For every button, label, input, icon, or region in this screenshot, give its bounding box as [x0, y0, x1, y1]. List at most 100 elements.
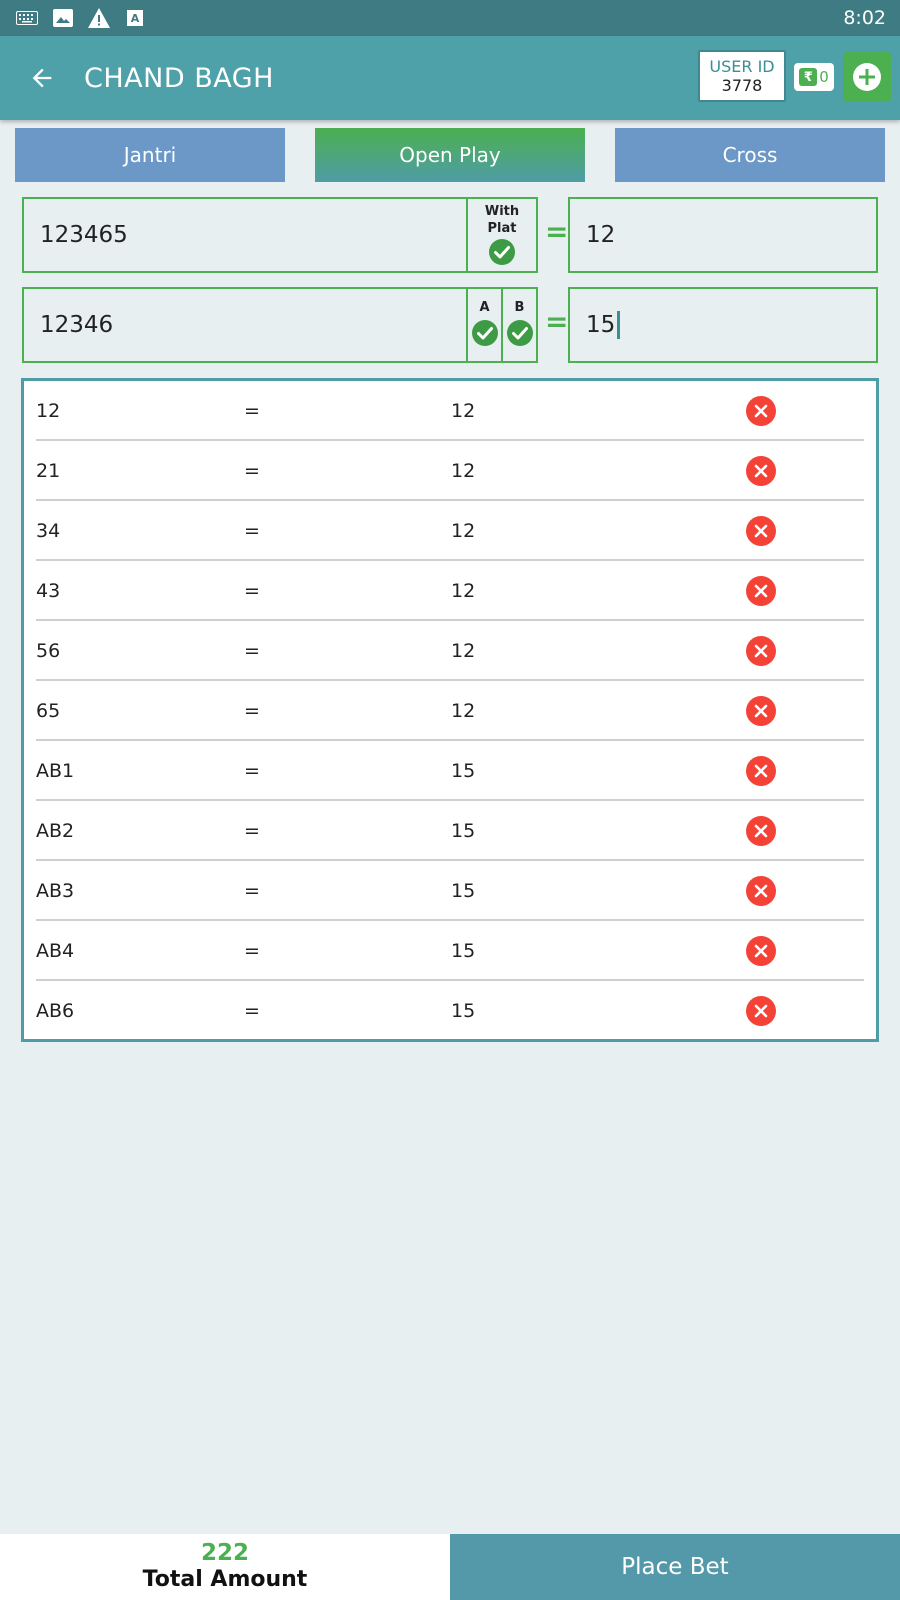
input-row-with-plat: 123465 With Plat = 12	[22, 197, 878, 273]
amount-input-value: 15	[586, 312, 616, 338]
bet-equals: =	[244, 820, 260, 842]
list-item: AB3 = 15	[36, 861, 864, 921]
delete-button[interactable]	[746, 756, 776, 786]
text-a-icon: A	[124, 8, 146, 28]
close-icon	[754, 884, 768, 898]
bet-number: AB4	[36, 940, 75, 962]
a-label: A	[479, 300, 490, 315]
amount-input[interactable]: 12	[568, 197, 878, 273]
check-circle-icon	[506, 320, 533, 346]
bet-equals: =	[244, 460, 260, 482]
amount-input[interactable]: 15	[568, 287, 878, 363]
close-icon	[754, 764, 768, 778]
close-icon	[754, 584, 768, 598]
bet-equals: =	[244, 520, 260, 542]
bet-amount: 15	[451, 1000, 476, 1022]
bet-number: AB1	[36, 760, 75, 782]
close-icon	[754, 524, 768, 538]
close-icon	[754, 464, 768, 478]
bet-amount: 12	[451, 640, 476, 662]
total-amount-label: Total Amount	[142, 1567, 308, 1592]
bet-amount: 12	[451, 460, 476, 482]
delete-button[interactable]	[746, 696, 776, 726]
check-circle-icon	[489, 239, 515, 265]
close-icon	[754, 824, 768, 838]
bet-amount: 12	[451, 520, 476, 542]
equals-sign: =	[545, 215, 569, 248]
bet-amount: 12	[451, 580, 476, 602]
bet-number: 21	[36, 460, 61, 482]
keyboard-icon	[16, 8, 38, 28]
bet-number: AB6	[36, 1000, 75, 1022]
bet-amount: 15	[451, 760, 476, 782]
plus-circle-icon	[853, 63, 881, 91]
wallet-balance[interactable]: ₹ 0	[794, 63, 834, 91]
close-icon	[754, 644, 768, 658]
bet-number: 43	[36, 580, 61, 602]
place-bet-button[interactable]: Place Bet	[450, 1534, 900, 1600]
total-amount-value: 222	[200, 1540, 249, 1566]
close-icon	[754, 704, 768, 718]
b-label: B	[514, 300, 525, 315]
close-icon	[754, 1004, 768, 1018]
status-bar: A 8:02	[0, 0, 900, 36]
page-title: CHAND BAGH	[84, 62, 274, 94]
list-item: 21 = 12	[36, 441, 864, 501]
delete-button[interactable]	[746, 636, 776, 666]
bet-amount: 15	[451, 820, 476, 842]
list-item: 34 = 12	[36, 501, 864, 561]
number-input[interactable]: 123465	[22, 197, 468, 273]
delete-button[interactable]	[746, 876, 776, 906]
bet-number: AB3	[36, 880, 75, 902]
with-plat-checkbox[interactable]: With Plat	[468, 197, 538, 273]
bet-number: 12	[36, 400, 61, 422]
bet-number: 56	[36, 640, 61, 662]
bet-equals: =	[244, 760, 260, 782]
delete-button[interactable]	[746, 516, 776, 546]
bet-equals: =	[244, 580, 260, 602]
bet-amount: 15	[451, 940, 476, 962]
delete-button[interactable]	[746, 936, 776, 966]
input-row-ab: 12346 A B = 15	[22, 287, 878, 363]
tab-cross[interactable]: Cross	[615, 128, 885, 182]
list-item: 12 = 12	[36, 381, 864, 441]
a-checkbox[interactable]: A	[468, 287, 503, 363]
add-funds-button[interactable]	[843, 52, 891, 102]
bet-list: 12 = 12 21 = 12 34 = 12 43 = 12 56 = 12 …	[21, 378, 879, 1042]
with-plat-label-line2: Plat	[487, 221, 517, 236]
b-checkbox[interactable]: B	[503, 287, 538, 363]
bet-equals: =	[244, 940, 260, 962]
equals-sign: =	[545, 305, 569, 338]
delete-button[interactable]	[746, 996, 776, 1026]
status-time: 8:02	[843, 7, 886, 29]
user-id-label: USER ID	[709, 57, 775, 76]
delete-button[interactable]	[746, 816, 776, 846]
bet-number: 34	[36, 520, 61, 542]
bet-equals: =	[244, 880, 260, 902]
bet-equals: =	[244, 640, 260, 662]
bet-amount: 15	[451, 880, 476, 902]
tab-bar: Jantri Open Play Cross	[0, 128, 900, 182]
user-id-value: 3778	[721, 76, 763, 95]
bet-equals: =	[244, 1000, 260, 1022]
total-amount-panel: 222 Total Amount	[0, 1534, 450, 1600]
text-cursor	[617, 311, 621, 339]
list-item: 56 = 12	[36, 621, 864, 681]
app-bar: CHAND BAGH USER ID 3778 ₹ 0	[0, 36, 900, 120]
rupee-icon: ₹	[799, 68, 818, 86]
user-id-box: USER ID 3778	[698, 50, 786, 102]
tab-open-play[interactable]: Open Play	[315, 128, 585, 182]
number-input[interactable]: 12346	[22, 287, 468, 363]
bet-equals: =	[244, 400, 260, 422]
list-item: AB1 = 15	[36, 741, 864, 801]
delete-button[interactable]	[746, 576, 776, 606]
back-button[interactable]	[0, 36, 84, 120]
list-item: 65 = 12	[36, 681, 864, 741]
list-item: AB4 = 15	[36, 921, 864, 981]
list-item: AB2 = 15	[36, 801, 864, 861]
list-item: 43 = 12	[36, 561, 864, 621]
tab-jantri[interactable]: Jantri	[15, 128, 285, 182]
delete-button[interactable]	[746, 396, 776, 426]
bet-number: 65	[36, 700, 61, 722]
delete-button[interactable]	[746, 456, 776, 486]
